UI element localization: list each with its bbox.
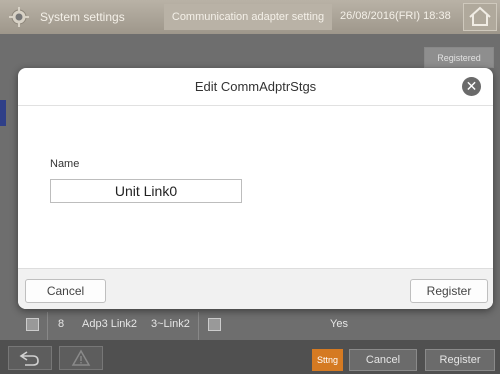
registered-button[interactable]: Registered [424,47,494,68]
sttng-button[interactable]: Sttng [312,349,343,371]
table-row[interactable]: 8 Adp3 Link2 3~Link2 Yes [18,312,493,338]
home-button[interactable] [463,3,497,31]
app-title: System settings [40,10,125,24]
row-value: Yes [330,318,348,330]
back-button[interactable] [8,346,52,370]
dialog-footer: Cancel Register [18,268,493,309]
cancel-button[interactable]: Cancel [349,349,417,371]
warning-icon [71,349,91,366]
home-icon [469,6,491,26]
dialog-register-button[interactable]: Register [410,279,488,303]
name-field[interactable]: Unit Link0 [50,179,242,203]
close-icon[interactable]: ✕ [462,77,481,96]
row-number: 8 [58,318,65,330]
gear-icon[interactable] [9,7,29,27]
register-button[interactable]: Register [425,349,495,371]
row-checkbox[interactable] [26,318,39,331]
warning-button[interactable] [59,346,103,370]
row-checkbox-2[interactable] [208,318,221,331]
row-name: Adp3 Link2 [82,318,138,330]
dialog-title: Edit CommAdptrStgs [194,79,317,94]
left-accent-bar [0,100,6,126]
dialog-cancel-button[interactable]: Cancel [25,279,106,303]
back-arrow-icon [19,351,39,366]
edit-dialog: Edit CommAdptrStgs ✕ Name Unit Link0 Can… [18,68,493,309]
tab-communication-adapter-setting[interactable]: Communication adapter setting [164,4,332,30]
datetime-display: 26/08/2016(FRI) 18:38 [340,10,451,22]
name-label: Name [50,158,80,170]
row-range: 3~Link2 [151,318,190,330]
